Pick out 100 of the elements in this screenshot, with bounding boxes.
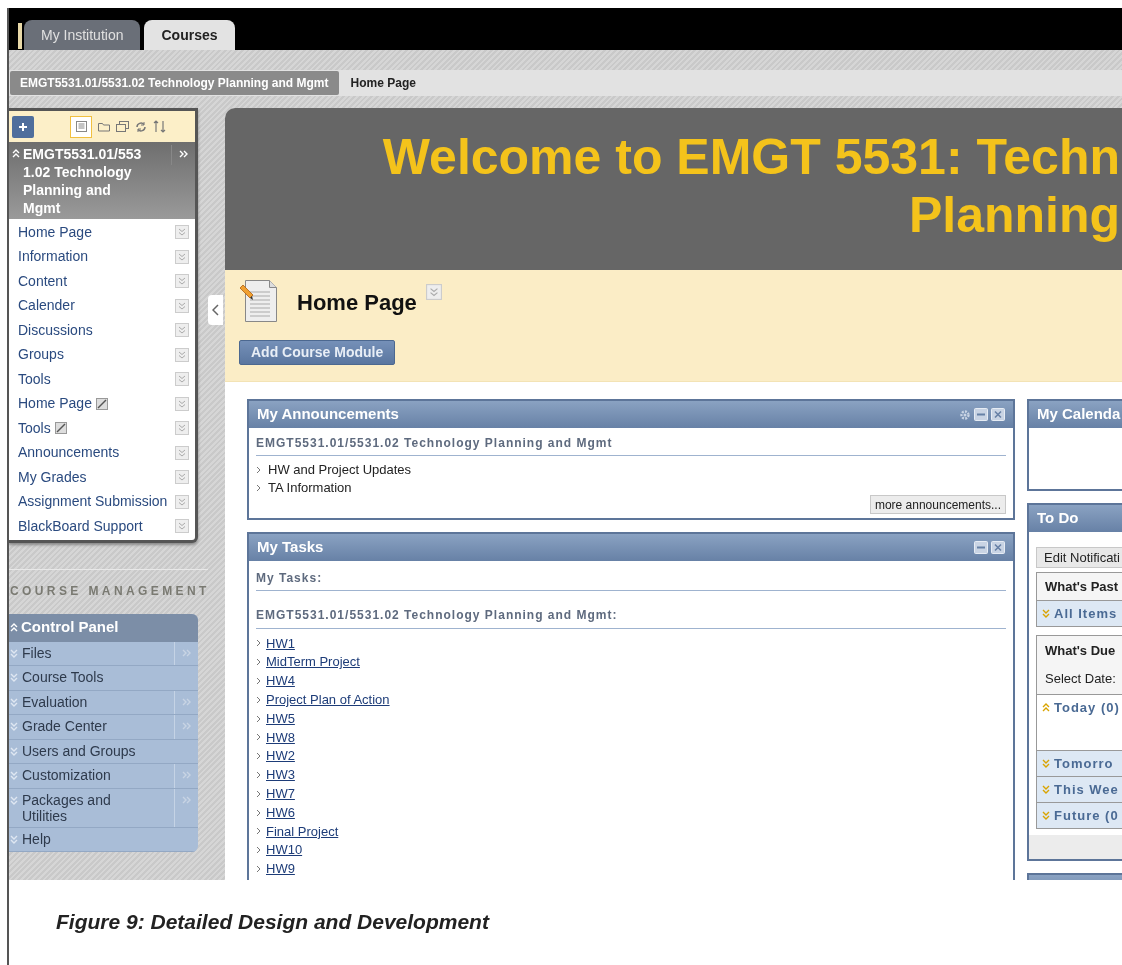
chevron-down-icon: [175, 421, 189, 436]
announcement-link[interactable]: TA Information: [268, 478, 352, 498]
page-title: Home Page: [297, 289, 417, 317]
figure-caption: Figure 9: Detailed Design and Development: [56, 909, 489, 935]
chevron-down-icon: [175, 347, 189, 362]
chevron-right-icon: [256, 677, 261, 685]
menu-item[interactable]: Tools: [18, 417, 51, 439]
chevron-right-icon: [256, 484, 261, 492]
add-menu-item-button[interactable]: [12, 115, 34, 138]
edit-notifications-button[interactable]: Edit Notificati: [1036, 547, 1122, 568]
menu-item[interactable]: Discussions: [18, 319, 93, 341]
chevron-down-icon: [175, 470, 189, 485]
chevron-right-icon: [256, 695, 261, 704]
gear-icon: [959, 408, 971, 421]
banner-title: Welcome to EMGT 5531: Techn: [382, 128, 1120, 186]
collapse-menu-tab[interactable]: [208, 295, 223, 325]
panel-item[interactable]: Course Tools: [22, 669, 140, 688]
tab-edge: [18, 23, 22, 49]
section-subtitle: My Tasks:: [256, 569, 1006, 591]
nav-tab[interactable]: Courses: [144, 20, 235, 50]
field-label: Select Date:: [1045, 669, 1117, 688]
task-link[interactable]: MidTerm Project: [266, 652, 360, 672]
section-heading: What's Due: [1045, 642, 1117, 660]
task-link[interactable]: Project Plan of Action: [266, 690, 390, 710]
folder-icon: [98, 121, 110, 132]
chevron-down-icon: [175, 519, 189, 534]
chevron-right-icon: [256, 714, 261, 723]
menu-item[interactable]: Home Page: [18, 393, 92, 415]
chevron-right-icon: [256, 827, 261, 836]
task-link[interactable]: HW7: [266, 784, 295, 804]
panel-item[interactable]: Grade Center: [22, 718, 140, 737]
menu-item[interactable]: Announcements: [18, 442, 120, 464]
expand-icon: [10, 770, 18, 781]
task-link[interactable]: HW3: [266, 765, 295, 785]
chevron-right-icon: [256, 733, 261, 742]
chevron-down-icon: [175, 274, 189, 289]
minimize-icon: [974, 408, 988, 421]
chevron-right-icon: [256, 639, 261, 648]
chevron-down-icon: [175, 372, 189, 387]
breadcrumb-current: Home Page: [349, 75, 417, 92]
expand-icon: [10, 721, 18, 732]
chevron-right-icon: [256, 658, 261, 667]
expand-icon: [10, 745, 18, 757]
nav-tab[interactable]: My Institution: [24, 20, 141, 50]
panel-item[interactable]: Users and Groups: [22, 742, 140, 762]
chevron-down-icon: [175, 396, 189, 411]
menu-item[interactable]: Calender: [18, 295, 75, 317]
chevron-right-icon: [256, 808, 261, 817]
chevron-down-icon: [175, 298, 189, 313]
task-link[interactable]: HW1: [266, 633, 295, 654]
panel-item[interactable]: Packages and Utilities: [22, 791, 140, 827]
expand-icon: [10, 794, 18, 806]
document-pencil-icon: [239, 278, 279, 324]
task-link[interactable]: HW4: [266, 671, 295, 691]
refresh-icon: [135, 120, 147, 133]
menu-item[interactable]: Tools: [18, 368, 51, 390]
sort-icon: [153, 120, 166, 133]
menu-item[interactable]: My Grades: [18, 466, 87, 488]
collapse-icon: [10, 622, 18, 633]
chevron-down-icon: [175, 445, 189, 460]
chevron-right-icon: [256, 466, 261, 474]
minimize-icon: [974, 541, 988, 554]
expand-icon: [10, 696, 18, 708]
section-heading: What's Past: [1037, 573, 1122, 600]
group-toggle[interactable]: Today (0): [1054, 697, 1120, 718]
announcement-link[interactable]: HW and Project Updates: [268, 460, 412, 480]
chevron-right-icon: [256, 789, 261, 798]
task-link[interactable]: HW5: [266, 708, 295, 729]
panel-item[interactable]: Help: [22, 830, 140, 850]
task-link[interactable]: HW2: [266, 746, 295, 766]
chevron-down-icon: [175, 249, 189, 264]
list-view-button[interactable]: [70, 115, 92, 138]
windows-icon: [116, 121, 129, 132]
chevron-down-icon: [175, 225, 189, 240]
expand-icon: [10, 833, 18, 845]
menu-item[interactable]: Content: [18, 270, 68, 292]
course-heading: EMGT5531.01/5531.02 Technology Planning and Mgmt:: [256, 606, 1006, 629]
task-link[interactable]: HW10: [266, 840, 303, 860]
plus-icon: [18, 121, 28, 132]
panel-item[interactable]: Customization: [22, 767, 140, 786]
task-link[interactable]: HW6: [266, 802, 295, 823]
menu-item[interactable]: Groups: [18, 344, 64, 366]
course-heading: EMGT5531.01/5531.02 Technology Planning and Mgmt: [256, 434, 1006, 456]
menu-item[interactable]: Information: [18, 246, 89, 268]
menu-item[interactable]: BlackBoard Support: [18, 515, 143, 537]
menu-item[interactable]: Assignment Submission: [18, 491, 168, 513]
panel-item[interactable]: Files: [22, 644, 140, 664]
task-link[interactable]: HW8: [266, 727, 295, 748]
menu-item[interactable]: Home Page: [18, 221, 92, 243]
more-announcements-button[interactable]: more announcements...: [869, 495, 1006, 514]
expand-icon: [10, 647, 18, 659]
list-icon: [75, 121, 87, 132]
panel-item[interactable]: Evaluation: [22, 693, 140, 713]
task-link[interactable]: Final Project: [266, 821, 339, 842]
task-link[interactable]: HW9: [266, 859, 295, 879]
chevron-left-icon: [212, 304, 219, 316]
close-icon: [991, 541, 1005, 554]
close-icon: [991, 408, 1005, 421]
section-heading: COURSE MANAGEMENT: [9, 582, 208, 600]
chevron-down-icon: [175, 323, 189, 338]
